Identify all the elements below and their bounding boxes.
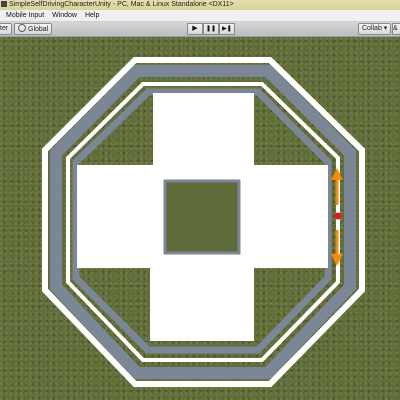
- collab-label: Collab ▾: [362, 25, 388, 32]
- arrow-down-icon: [331, 254, 343, 266]
- menu-item-window[interactable]: Window: [52, 10, 77, 21]
- pivot-center-label: ter: [0, 25, 9, 32]
- menu-item-help[interactable]: Help: [85, 10, 99, 21]
- play-button[interactable]: ▶: [187, 23, 203, 35]
- pivot-center-toggle[interactable]: ter: [0, 23, 13, 35]
- window-title-bar: SimpleSelfDrivingCharacterUnity - PC, Ma…: [0, 0, 400, 10]
- pause-icon: ❚❚: [205, 26, 217, 32]
- window-title: SimpleSelfDrivingCharacterUnity - PC, Ma…: [9, 1, 234, 8]
- global-label: Global: [28, 26, 49, 33]
- globe-icon: [18, 24, 26, 32]
- pivot-global-toggle[interactable]: Global: [14, 23, 53, 35]
- menu-item-mobile-input[interactable]: Mobile Input: [6, 10, 44, 21]
- account-icon: &: [393, 25, 398, 32]
- unity-app-icon: [1, 1, 7, 7]
- step-button[interactable]: ▶❚: [219, 23, 235, 35]
- toolbar: ter Global ▶ ❚❚ ▶❚ Collab ▾ &: [0, 22, 400, 37]
- arrow-up-icon: [331, 168, 343, 180]
- scene-canvas: [42, 57, 365, 387]
- collab-dropdown[interactable]: Collab ▾: [358, 23, 392, 35]
- step-icon: ▶❚: [222, 26, 232, 32]
- account-button[interactable]: &: [392, 23, 400, 35]
- menu-bar: Mobile Input Window Help: [0, 10, 400, 22]
- play-icon: ▶: [192, 25, 198, 32]
- game-view[interactable]: [0, 37, 400, 400]
- center-pit: [163, 179, 241, 255]
- agent-marker: [334, 212, 342, 220]
- pause-button[interactable]: ❚❚: [203, 23, 219, 35]
